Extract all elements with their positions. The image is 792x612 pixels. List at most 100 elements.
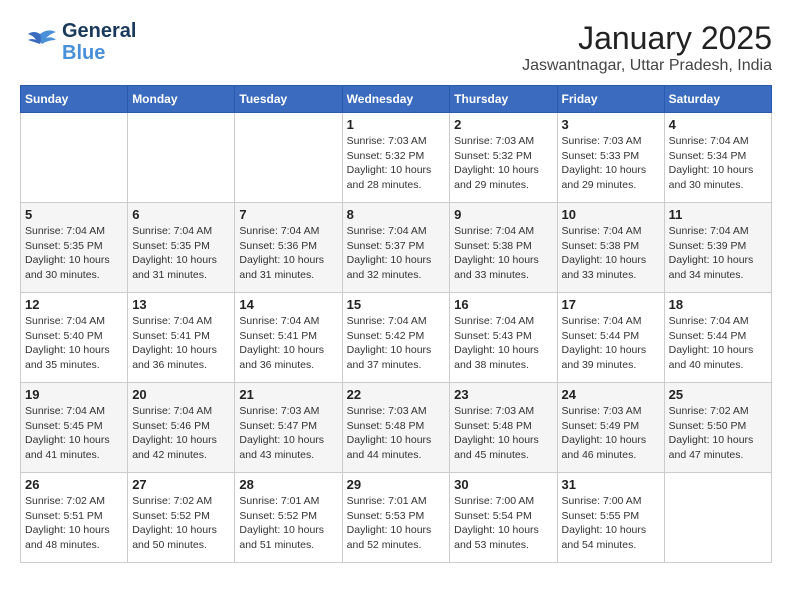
calendar-cell: 18 Sunrise: 7:04 AM Sunset: 5:44 PM Dayli… (664, 293, 771, 383)
day-number: 3 (562, 117, 660, 132)
day-number: 22 (347, 387, 446, 402)
calendar-cell: 11 Sunrise: 7:04 AM Sunset: 5:39 PM Dayli… (664, 203, 771, 293)
day-header-tuesday: Tuesday (235, 86, 342, 113)
calendar-cell: 2 Sunrise: 7:03 AM Sunset: 5:32 PM Daylig… (450, 113, 557, 203)
calendar-cell (128, 113, 235, 203)
day-header-saturday: Saturday (664, 86, 771, 113)
day-number: 6 (132, 207, 230, 222)
day-info: Sunrise: 7:02 AM Sunset: 5:51 PM Dayligh… (25, 494, 123, 553)
day-number: 10 (562, 207, 660, 222)
day-info: Sunrise: 7:03 AM Sunset: 5:32 PM Dayligh… (454, 134, 552, 193)
day-number: 24 (562, 387, 660, 402)
logo-text: General (62, 20, 136, 42)
day-number: 11 (669, 207, 767, 222)
calendar-title-block: January 2025 Jaswantnagar, Uttar Pradesh… (522, 20, 772, 75)
day-number: 21 (239, 387, 337, 402)
day-info: Sunrise: 7:04 AM Sunset: 5:38 PM Dayligh… (454, 224, 552, 283)
calendar-cell: 21 Sunrise: 7:03 AM Sunset: 5:47 PM Dayli… (235, 383, 342, 473)
day-info: Sunrise: 7:01 AM Sunset: 5:53 PM Dayligh… (347, 494, 446, 553)
day-info: Sunrise: 7:04 AM Sunset: 5:41 PM Dayligh… (239, 314, 337, 373)
calendar-cell: 15 Sunrise: 7:04 AM Sunset: 5:42 PM Dayli… (342, 293, 450, 383)
day-info: Sunrise: 7:03 AM Sunset: 5:32 PM Dayligh… (347, 134, 446, 193)
page-header: General Blue January 2025 Jaswantnagar, … (20, 20, 772, 75)
calendar-cell: 12 Sunrise: 7:04 AM Sunset: 5:40 PM Dayli… (21, 293, 128, 383)
day-number: 9 (454, 207, 552, 222)
day-number: 1 (347, 117, 446, 132)
calendar-cell: 20Sunrise: 7:04 AM Sunset: 5:46 PM Dayli… (128, 383, 235, 473)
calendar-cell: 1 Sunrise: 7:03 AM Sunset: 5:32 PM Daylig… (342, 113, 450, 203)
day-number: 15 (347, 297, 446, 312)
day-info: Sunrise: 7:03 AM Sunset: 5:49 PM Dayligh… (562, 404, 660, 463)
calendar-cell: 16Sunrise: 7:04 AM Sunset: 5:43 PM Dayli… (450, 293, 557, 383)
calendar-month-year: January 2025 (522, 20, 772, 57)
day-info: Sunrise: 7:03 AM Sunset: 5:48 PM Dayligh… (347, 404, 446, 463)
day-info: Sunrise: 7:00 AM Sunset: 5:54 PM Dayligh… (454, 494, 552, 553)
calendar-cell: 26 Sunrise: 7:02 AM Sunset: 5:51 PM Dayli… (21, 473, 128, 563)
day-info: Sunrise: 7:04 AM Sunset: 5:39 PM Dayligh… (669, 224, 767, 283)
calendar-cell: 17 Sunrise: 7:04 AM Sunset: 5:44 PM Dayli… (557, 293, 664, 383)
calendar-cell: 25Sunrise: 7:02 AM Sunset: 5:50 PM Dayli… (664, 383, 771, 473)
day-info: Sunrise: 7:04 AM Sunset: 5:42 PM Dayligh… (347, 314, 446, 373)
day-number: 26 (25, 477, 123, 492)
day-number: 12 (25, 297, 123, 312)
day-number: 29 (347, 477, 446, 492)
day-header-thursday: Thursday (450, 86, 557, 113)
calendar-cell: 4Sunrise: 7:04 AM Sunset: 5:34 PM Daylig… (664, 113, 771, 203)
day-number: 20 (132, 387, 230, 402)
calendar-cell (21, 113, 128, 203)
calendar-week-row: 26 Sunrise: 7:02 AM Sunset: 5:51 PM Dayli… (21, 473, 772, 563)
day-number: 19 (25, 387, 123, 402)
calendar-week-row: 5 Sunrise: 7:04 AM Sunset: 5:35 PM Daylig… (21, 203, 772, 293)
day-number: 28 (239, 477, 337, 492)
calendar-cell: 29 Sunrise: 7:01 AM Sunset: 5:53 PM Dayli… (342, 473, 450, 563)
day-info: Sunrise: 7:04 AM Sunset: 5:36 PM Dayligh… (239, 224, 337, 283)
day-number: 14 (239, 297, 337, 312)
day-info: Sunrise: 7:04 AM Sunset: 5:38 PM Dayligh… (562, 224, 660, 283)
day-info: Sunrise: 7:04 AM Sunset: 5:44 PM Dayligh… (562, 314, 660, 373)
calendar-cell: 14 Sunrise: 7:04 AM Sunset: 5:41 PM Dayli… (235, 293, 342, 383)
day-header-sunday: Sunday (21, 86, 128, 113)
logo-subtext: Blue (62, 42, 136, 64)
calendar-cell: 13Sunrise: 7:04 AM Sunset: 5:41 PM Dayli… (128, 293, 235, 383)
day-info: Sunrise: 7:03 AM Sunset: 5:47 PM Dayligh… (239, 404, 337, 463)
calendar-cell: 23 Sunrise: 7:03 AM Sunset: 5:48 PM Dayli… (450, 383, 557, 473)
day-header-wednesday: Wednesday (342, 86, 450, 113)
day-number: 30 (454, 477, 552, 492)
calendar-cell: 9 Sunrise: 7:04 AM Sunset: 5:38 PM Daylig… (450, 203, 557, 293)
day-number: 25 (669, 387, 767, 402)
calendar-cell: 6 Sunrise: 7:04 AM Sunset: 5:35 PM Daylig… (128, 203, 235, 293)
day-info: Sunrise: 7:04 AM Sunset: 5:35 PM Dayligh… (132, 224, 230, 283)
calendar-cell: 3Sunrise: 7:03 AM Sunset: 5:33 PM Daylig… (557, 113, 664, 203)
logo-icon (20, 26, 58, 58)
day-number: 7 (239, 207, 337, 222)
day-info: Sunrise: 7:04 AM Sunset: 5:40 PM Dayligh… (25, 314, 123, 373)
calendar-cell: 27Sunrise: 7:02 AM Sunset: 5:52 PM Dayli… (128, 473, 235, 563)
day-info: Sunrise: 7:04 AM Sunset: 5:34 PM Dayligh… (669, 134, 767, 193)
day-number: 17 (562, 297, 660, 312)
day-info: Sunrise: 7:04 AM Sunset: 5:44 PM Dayligh… (669, 314, 767, 373)
calendar-cell (664, 473, 771, 563)
calendar-cell: 22 Sunrise: 7:03 AM Sunset: 5:48 PM Dayli… (342, 383, 450, 473)
logo: General Blue (20, 20, 136, 64)
calendar-body: 1 Sunrise: 7:03 AM Sunset: 5:32 PM Daylig… (21, 113, 772, 563)
day-number: 18 (669, 297, 767, 312)
day-number: 5 (25, 207, 123, 222)
day-info: Sunrise: 7:01 AM Sunset: 5:52 PM Dayligh… (239, 494, 337, 553)
calendar-cell: 24 Sunrise: 7:03 AM Sunset: 5:49 PM Dayli… (557, 383, 664, 473)
calendar-cell: 7 Sunrise: 7:04 AM Sunset: 5:36 PM Daylig… (235, 203, 342, 293)
day-header-friday: Friday (557, 86, 664, 113)
day-number: 31 (562, 477, 660, 492)
calendar-cell: 19Sunrise: 7:04 AM Sunset: 5:45 PM Dayli… (21, 383, 128, 473)
calendar-table: SundayMondayTuesdayWednesdayThursdayFrid… (20, 85, 772, 563)
day-number: 23 (454, 387, 552, 402)
calendar-cell: 31 Sunrise: 7:00 AM Sunset: 5:55 PM Dayli… (557, 473, 664, 563)
day-info: Sunrise: 7:00 AM Sunset: 5:55 PM Dayligh… (562, 494, 660, 553)
calendar-cell: 30 Sunrise: 7:00 AM Sunset: 5:54 PM Dayli… (450, 473, 557, 563)
day-info: Sunrise: 7:04 AM Sunset: 5:43 PM Dayligh… (454, 314, 552, 373)
day-info: Sunrise: 7:04 AM Sunset: 5:41 PM Dayligh… (132, 314, 230, 373)
day-info: Sunrise: 7:03 AM Sunset: 5:48 PM Dayligh… (454, 404, 552, 463)
calendar-week-row: 19Sunrise: 7:04 AM Sunset: 5:45 PM Dayli… (21, 383, 772, 473)
day-number: 27 (132, 477, 230, 492)
day-number: 2 (454, 117, 552, 132)
day-info: Sunrise: 7:04 AM Sunset: 5:35 PM Dayligh… (25, 224, 123, 283)
